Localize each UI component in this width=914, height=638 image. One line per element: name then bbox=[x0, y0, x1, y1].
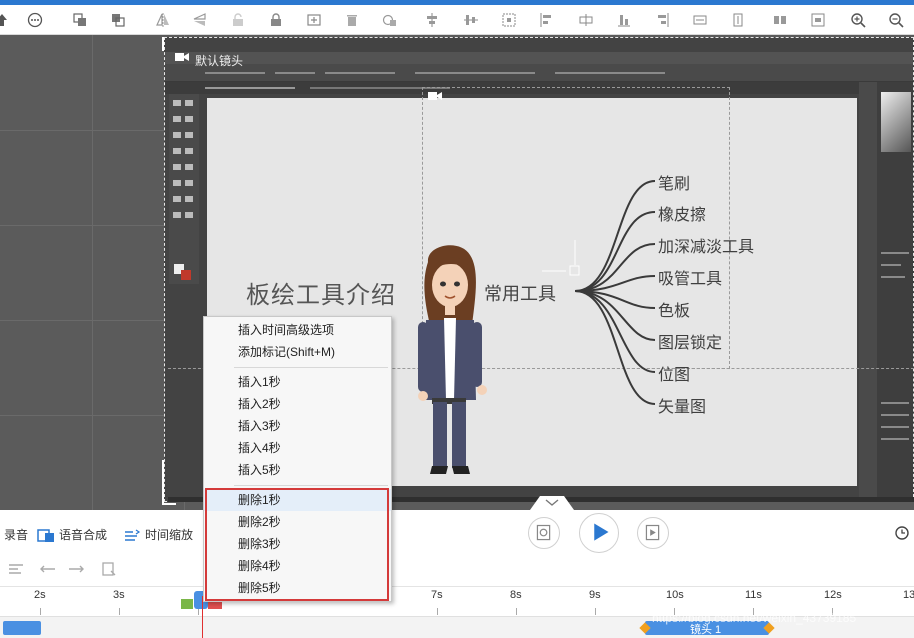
playhead-line bbox=[202, 596, 203, 638]
zoom-camera-button[interactable] bbox=[528, 517, 560, 549]
lock-icon[interactable] bbox=[268, 12, 284, 28]
menu-item-insert-5s[interactable]: 插入5秒 bbox=[204, 459, 391, 481]
ruler-tick: 7s bbox=[431, 589, 443, 601]
align-center-icon[interactable] bbox=[463, 12, 479, 28]
context-menu: 插入时间高级选项 添加标记(Shift+M) 插入1秒 插入2秒 插入3秒 插入… bbox=[203, 316, 392, 602]
timeline-track[interactable]: 镜头 1 https://blog.csdn.net/weixin_437391… bbox=[0, 611, 914, 638]
ruler-tick: 3s bbox=[113, 589, 125, 601]
menu-item-insert-time-advanced[interactable]: 插入时间高级选项 bbox=[204, 319, 391, 341]
menu-item-insert-1s[interactable]: 插入1秒 bbox=[204, 371, 391, 393]
same-size-icon[interactable] bbox=[772, 12, 788, 28]
menu-separator bbox=[234, 367, 388, 368]
align-top-icon[interactable] bbox=[424, 12, 440, 28]
bookmark-icon[interactable] bbox=[101, 562, 117, 576]
screenshot-toolbox bbox=[169, 94, 199, 284]
clock-icon[interactable] bbox=[895, 526, 909, 540]
ruler-tick: 10s bbox=[666, 589, 684, 601]
menu-item-delete-4s[interactable]: 删除4秒 bbox=[204, 555, 391, 577]
editing-canvas[interactable]: 默认镜头 板绘工具介绍 常用工具 笔刷 橡皮擦 加深减淡工具 吸管工具 色板 图… bbox=[0, 35, 914, 510]
screenshot-layers-panel bbox=[877, 82, 913, 501]
mindmap-branch[interactable]: 色板 bbox=[658, 297, 690, 321]
track-clip-start[interactable] bbox=[3, 621, 41, 635]
mindmap-title[interactable]: 板绘工具介绍 bbox=[246, 275, 396, 310]
time-scale-icon bbox=[125, 529, 141, 541]
fit-icon[interactable] bbox=[810, 12, 826, 28]
cartoon-character[interactable] bbox=[410, 240, 490, 480]
menu-item-delete-1s[interactable]: 删除1秒 bbox=[204, 489, 391, 511]
collapse-panel-icon[interactable] bbox=[530, 496, 574, 510]
send-backward-icon[interactable] bbox=[110, 12, 126, 28]
same-width-icon[interactable] bbox=[692, 12, 708, 28]
bring-forward-icon[interactable] bbox=[72, 12, 88, 28]
flip-horizontal-icon[interactable] bbox=[155, 12, 171, 28]
menu-item-insert-3s[interactable]: 插入3秒 bbox=[204, 415, 391, 437]
next-frame-icon bbox=[645, 524, 660, 541]
ruler-tick: 2s bbox=[34, 589, 46, 601]
watermark: https://blog.csdn.net/weixin_43739185 bbox=[652, 611, 857, 625]
distribute-icon[interactable] bbox=[501, 12, 517, 28]
flip-vertical-icon[interactable] bbox=[192, 12, 208, 28]
camera-2-icon bbox=[428, 88, 442, 100]
mindmap-center-node[interactable]: 常用工具 bbox=[484, 280, 556, 306]
align-middle-icon[interactable] bbox=[578, 12, 594, 28]
unlock-icon[interactable] bbox=[230, 12, 246, 28]
menu-item-insert-2s[interactable]: 插入2秒 bbox=[204, 393, 391, 415]
screenshot-panel-strip bbox=[859, 82, 877, 501]
track-tool-icon[interactable] bbox=[8, 562, 24, 576]
mindmap-branch[interactable]: 笔刷 bbox=[658, 170, 690, 194]
next-frame-button[interactable] bbox=[637, 517, 669, 549]
shift-right-icon[interactable] bbox=[68, 562, 84, 576]
time-scale-button[interactable]: 时间缩放 bbox=[123, 526, 193, 544]
replace-icon[interactable] bbox=[382, 12, 398, 28]
screenshot-menubar bbox=[165, 52, 913, 64]
mindmap-branch[interactable]: 位图 bbox=[658, 361, 690, 385]
action-label: 时间缩放 bbox=[145, 528, 194, 542]
toolbar bbox=[0, 5, 914, 35]
menu-item-add-marker[interactable]: 添加标记(Shift+M) bbox=[204, 341, 391, 363]
shift-left-icon[interactable] bbox=[40, 562, 56, 576]
play-button[interactable] bbox=[579, 513, 619, 553]
mindmap-branch[interactable]: 橡皮擦 bbox=[658, 201, 706, 225]
camera-zoom-icon bbox=[536, 524, 551, 541]
zoom-out-icon[interactable] bbox=[888, 12, 904, 28]
bottom-panel: 录音 语音合成 时间缩放 2s 3s 7s 8s 9s 10s 11s 12s … bbox=[0, 510, 914, 638]
menu-item-delete-2s[interactable]: 删除2秒 bbox=[204, 511, 391, 533]
tts-icon bbox=[37, 529, 54, 542]
ruler-tick: 9s bbox=[589, 589, 601, 601]
ruler-tick: 13 bbox=[903, 589, 914, 601]
app-window: 默认镜头 板绘工具介绍 常用工具 笔刷 橡皮擦 加深减淡工具 吸管工具 色板 图… bbox=[0, 0, 914, 638]
same-height-icon[interactable] bbox=[730, 12, 746, 28]
marker-in[interactable] bbox=[181, 599, 193, 609]
mindmap-branch[interactable]: 矢量图 bbox=[658, 393, 706, 417]
menu-item-delete-5s[interactable]: 删除5秒 bbox=[204, 577, 391, 599]
align-right-icon[interactable] bbox=[654, 12, 670, 28]
action-label: 录音 bbox=[4, 528, 29, 542]
mindmap-branch[interactable]: 图层锁定 bbox=[658, 329, 722, 353]
delete-icon[interactable] bbox=[344, 12, 360, 28]
zoom-in-icon[interactable] bbox=[850, 12, 866, 28]
align-left-icon[interactable] bbox=[539, 12, 555, 28]
ruler-tick: 12s bbox=[824, 589, 842, 601]
ruler-tick: 8s bbox=[510, 589, 522, 601]
record-button[interactable]: 录音 bbox=[4, 526, 28, 543]
menu-item-delete-3s[interactable]: 删除3秒 bbox=[204, 533, 391, 555]
group-icon[interactable] bbox=[306, 12, 322, 28]
camera-label: 默认镜头 bbox=[195, 54, 244, 68]
camera-icon bbox=[175, 53, 189, 61]
align-bottom-icon[interactable] bbox=[616, 12, 632, 28]
ruler-tick: 11s bbox=[745, 589, 762, 601]
screenshot-options-bar bbox=[165, 64, 913, 82]
tts-button[interactable]: 语音合成 bbox=[37, 526, 107, 544]
more-options-icon[interactable] bbox=[27, 12, 43, 28]
menu-item-insert-4s[interactable]: 插入4秒 bbox=[204, 437, 391, 459]
mindmap-branch[interactable]: 加深减淡工具 bbox=[658, 233, 754, 257]
mindmap-branch[interactable]: 吸管工具 bbox=[658, 265, 722, 289]
play-icon bbox=[594, 523, 609, 541]
action-label: 语音合成 bbox=[59, 528, 108, 542]
move-up-icon[interactable] bbox=[0, 12, 10, 28]
menu-separator bbox=[234, 485, 388, 486]
